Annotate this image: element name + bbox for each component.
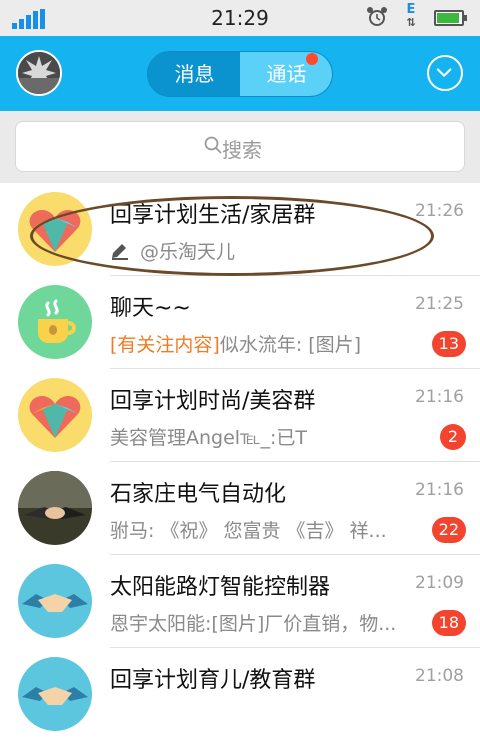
search-input[interactable]: 搜索 <box>15 121 465 172</box>
conversation-preview: 恩宇太阳能:[图片]厂价直销，物... <box>110 613 397 635</box>
group-avatar <box>18 378 92 452</box>
conversation-row[interactable]: 太阳能路灯智能控制器 21:09 恩宇太阳能:[图片]厂价直销，物... 18 <box>0 555 480 648</box>
group-avatar <box>18 192 92 266</box>
chat-avatar <box>18 285 92 359</box>
handshake-avatar <box>18 564 92 638</box>
status-bar: 21:29 E ⇅ <box>0 0 480 36</box>
battery-icon <box>434 10 467 26</box>
conversation-preview: @乐淘天儿 <box>110 237 235 264</box>
search-icon <box>204 136 222 154</box>
search-placeholder: 搜索 <box>222 138 262 162</box>
conversation-time: 21:25 <box>415 294 464 314</box>
attention-tag: [有关注内容] <box>110 334 220 356</box>
draft-pencil-icon <box>112 244 128 260</box>
conversation-row[interactable]: 聊天~~ 21:25 [有关注内容]似水流年: [图片] 13 <box>0 276 480 369</box>
handshake-avatar <box>18 657 92 731</box>
conversation-preview: 美容管理Angel℡_:已T <box>110 427 307 449</box>
conversation-name: 回享计划育儿/教育群 <box>110 668 316 693</box>
conversation-preview: [有关注内容]似水流年: [图片] <box>110 334 362 356</box>
unread-badge: 22 <box>431 517 466 543</box>
my-avatar[interactable] <box>16 50 62 96</box>
conversation-name: 太阳能路灯智能控制器 <box>110 575 331 600</box>
conversation-name: 石家庄电气自动化 <box>110 482 287 507</box>
conversation-time: 21:16 <box>415 480 464 500</box>
unread-badge: 13 <box>431 331 466 357</box>
conversation-name: 聊天~~ <box>110 296 191 321</box>
conversation-preview: 驸马: 《祝》 您富贵 《吉》 祥... <box>110 520 387 542</box>
more-menu-button[interactable] <box>427 55 463 91</box>
conversation-time: 21:09 <box>415 573 464 593</box>
conversation-name: 回享计划时尚/美容群 <box>110 389 316 414</box>
conversation-time: 21:26 <box>415 201 464 221</box>
conversation-row[interactable]: 回享计划生活/家居群 21:26 @乐淘天儿 <box>0 183 480 276</box>
app-header: 消息 通话 <box>0 36 480 111</box>
conversation-row[interactable]: 回享计划育儿/教育群 21:08 <box>0 648 480 741</box>
search-area: 搜索 <box>0 111 480 183</box>
calls-unread-dot <box>306 53 318 65</box>
unread-badge: 2 <box>440 424 466 450</box>
conversation-list: 回享计划生活/家居群 21:26 @乐淘天儿 聊天~~ 21:25 [有关注内容… <box>0 183 480 741</box>
conversation-row[interactable]: 回享计划时尚/美容群 21:16 美容管理Angel℡_:已T 2 <box>0 369 480 462</box>
network-type-icon: E ⇅ <box>406 2 416 29</box>
conversation-time: 21:16 <box>415 387 464 407</box>
tab-messages[interactable]: 消息 <box>148 52 241 96</box>
unread-badge: 18 <box>431 610 466 636</box>
conversation-time: 21:08 <box>415 666 464 686</box>
handshake-photo-avatar <box>18 471 92 545</box>
conversation-row[interactable]: 石家庄电气自动化 21:16 驸马: 《祝》 您富贵 《吉》 祥... 22 <box>0 462 480 555</box>
tab-calls[interactable]: 通话 <box>240 52 332 96</box>
conversation-name: 回享计划生活/家居群 <box>110 203 316 228</box>
alarm-clock-icon <box>367 7 387 26</box>
